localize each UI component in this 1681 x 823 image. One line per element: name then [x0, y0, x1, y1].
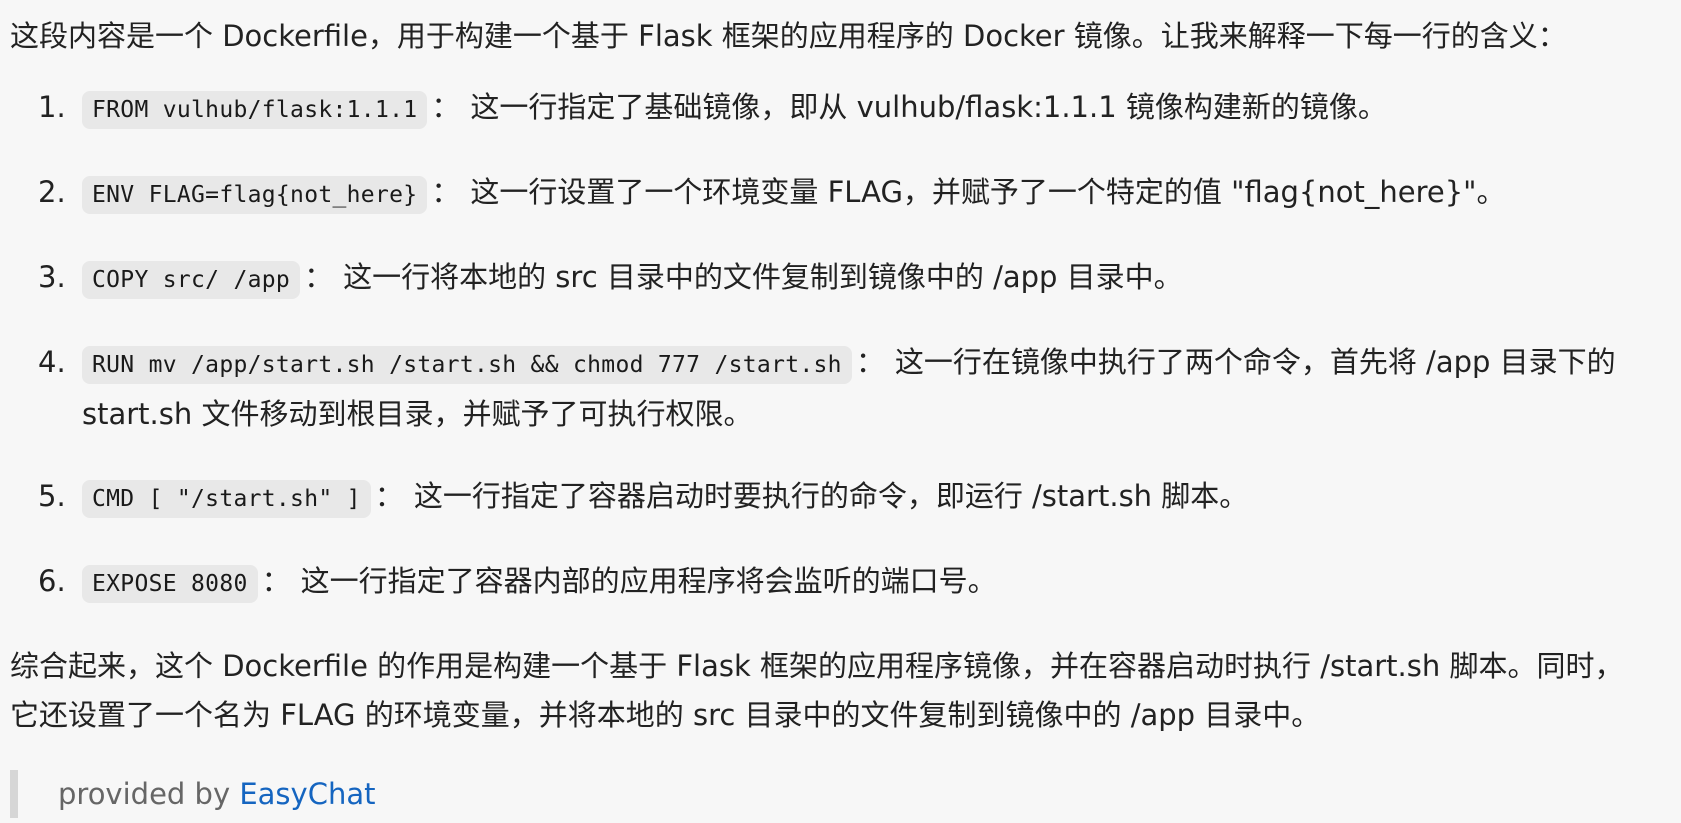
code-span: COPY src/ /app [82, 261, 301, 299]
list-item: 5. CMD [ "/start.sh" ]： 这一行指定了容器启动时要执行的命令，… [38, 472, 1650, 524]
separator: ： [374, 479, 404, 513]
list-item-text: 这一行指定了基础镜像，即从 vulhub/flask:1.1.1 镜像构建新的镜… [470, 90, 1387, 124]
list-item-text: 这一行将本地的 src 目录中的文件复制到镜像中的 /app 目录中。 [343, 260, 1183, 294]
list-item-number: 3. [38, 260, 66, 294]
separator: ： [304, 260, 334, 294]
separator: ： [431, 175, 461, 209]
list-item-text: 这一行设置了一个环境变量 FLAG，并赋予了一个特定的值 "flag{not_h… [470, 175, 1506, 209]
list-item: 6. EXPOSE 8080： 这一行指定了容器内部的应用程序将会监听的端口号。 [38, 557, 1650, 609]
summary-paragraph: 综合起来，这个 Dockerfile 的作用是构建一个基于 Flask 框架的应… [10, 649, 1624, 732]
list-item: 2. ENV FLAG=flag{not_here}： 这一行设置了一个环境变量 F… [38, 168, 1650, 220]
list-item-text: 这一行指定了容器内部的应用程序将会监听的端口号。 [300, 564, 997, 598]
code-span: RUN mv /app/start.sh /start.sh && chmod … [82, 346, 852, 384]
code-span: ENV FLAG=flag{not_here} [82, 176, 428, 214]
explanation-list: 1. FROM vulhub/flask:1.1.1：这一行指定了基础镜像，即从 … [10, 83, 1650, 609]
intro-paragraph: 这段内容是一个 Dockerfile，用于构建一个基于 Flask 框架的应用程… [10, 19, 1567, 53]
provided-by-text: provided by [58, 777, 240, 811]
separator: ： [855, 345, 885, 379]
easychat-link[interactable]: EasyChat [239, 777, 375, 811]
code-span: FROM vulhub/flask:1.1.1 [82, 91, 428, 129]
code-span: EXPOSE 8080 [82, 565, 258, 603]
list-item-text: 这一行指定了容器启动时要执行的命令，即运行 /start.sh 脚本。 [413, 479, 1249, 513]
list-item: 3. COPY src/ /app： 这一行将本地的 src 目录中的文件复制到镜像… [38, 253, 1650, 305]
separator: ： [261, 564, 291, 598]
list-item-number: 5. [38, 479, 66, 513]
list-item-number: 1. [38, 90, 66, 124]
list-item-number: 2. [38, 175, 66, 209]
list-item-number: 6. [38, 564, 66, 598]
provided-by-quote: provided by EasyChat [10, 770, 1650, 818]
separator: ： [431, 90, 461, 124]
list-item: 4. RUN mv /app/start.sh /start.sh && chmo… [38, 338, 1650, 439]
code-span: CMD [ "/start.sh" ] [82, 480, 371, 518]
list-item: 1. FROM vulhub/flask:1.1.1： 这一行指定了基础镜像，即从 … [38, 83, 1650, 135]
chat-message: 这段内容是一个 Dockerfile，用于构建一个基于 Flask 框架的应用程… [0, 0, 1660, 818]
list-item-number: 4. [38, 345, 66, 379]
